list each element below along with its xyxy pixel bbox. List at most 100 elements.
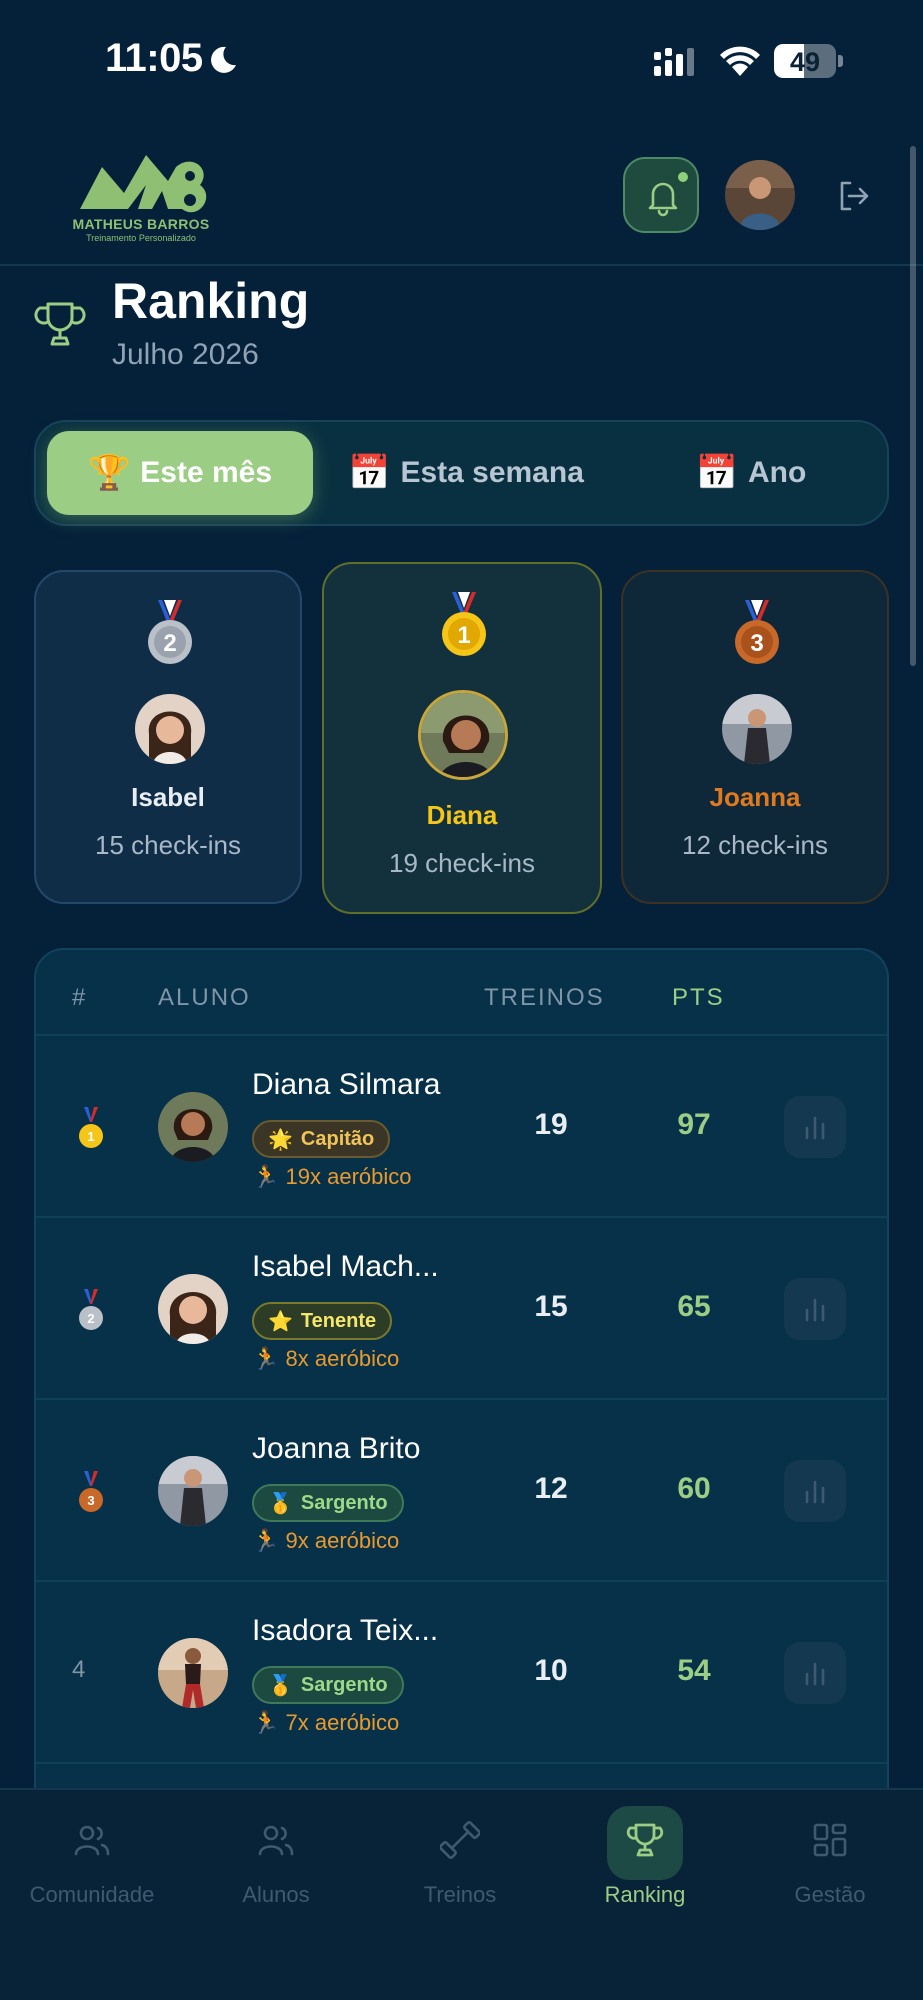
- runner-icon: 🏃: [252, 1164, 280, 1189]
- stats-button[interactable]: [784, 1278, 846, 1340]
- podium-third-place[interactable]: 3 Joanna 12 check-ins: [621, 570, 889, 904]
- stats-button[interactable]: [784, 1096, 846, 1158]
- bell-icon: [648, 182, 678, 217]
- user-avatar[interactable]: [725, 160, 795, 230]
- aerobic-count: 🏃 7x aeróbico: [252, 1710, 400, 1735]
- points-value: 97: [677, 1108, 711, 1141]
- avatar: [158, 1092, 228, 1162]
- avatar: [722, 694, 792, 764]
- stats-button[interactable]: [784, 1460, 846, 1522]
- nav-students[interactable]: Alunos: [184, 1790, 368, 1930]
- badge-label: Tenente: [300, 1309, 377, 1332]
- users-icon: [74, 1825, 110, 1856]
- nav-ranking[interactable]: Ranking: [553, 1790, 737, 1930]
- svg-text:1: 1: [87, 1129, 94, 1144]
- svg-text:1: 1: [457, 622, 470, 649]
- tab-label: Esta semana: [400, 456, 584, 489]
- podium-checkins: 12 check-ins: [682, 830, 828, 860]
- gold-medal-icon: 1: [79, 1107, 103, 1148]
- column-header-rank: #: [72, 984, 88, 1011]
- stats-button[interactable]: [784, 1642, 846, 1704]
- podium-first-place[interactable]: 1 Diana 19 check-ins: [322, 562, 602, 914]
- points-value: 54: [677, 1654, 711, 1687]
- wifi-icon: [720, 46, 760, 76]
- nav-label: Gestão: [794, 1882, 866, 1907]
- nav-label: Ranking: [604, 1882, 686, 1907]
- nav-label: Alunos: [242, 1882, 310, 1907]
- avatar: [418, 690, 508, 780]
- nav-label: Comunidade: [29, 1882, 155, 1907]
- badge-label: Sargento: [300, 1491, 388, 1514]
- rank-badge: ⭐ Tenente: [252, 1302, 393, 1340]
- nav-workouts[interactable]: Treinos: [368, 1790, 552, 1930]
- rank-badge: 🌟 Capitão: [252, 1120, 391, 1158]
- bottom-navigation: Comunidade Alunos Treinos Ranking Gestão: [0, 1788, 923, 2000]
- tab-this-week[interactable]: 📅 Esta semana: [326, 431, 606, 515]
- svg-text:2: 2: [87, 1311, 94, 1326]
- brand-tagline: Treinamento Personalizado: [86, 233, 196, 243]
- moon-icon: [211, 46, 236, 73]
- podium-name: Diana: [426, 800, 498, 830]
- table-row[interactable]: 2 Isabel Mach... ⭐ Tenente 🏃 8x aeróbico…: [36, 1218, 887, 1400]
- trophy-icon: 🏆: [87, 454, 131, 492]
- gold-medal-icon: 1: [442, 592, 486, 656]
- nav-community[interactable]: Comunidade: [0, 1790, 184, 1930]
- bar-chart-icon: [805, 1662, 825, 1686]
- status-time: 11:05: [105, 36, 203, 80]
- rank-badge: 🥇 Sargento: [252, 1484, 404, 1522]
- bronze-medal-icon: 3: [735, 600, 779, 664]
- dumbbell-icon: [440, 1821, 480, 1859]
- avatar: [158, 1638, 228, 1708]
- tab-this-month[interactable]: 🏆 Este mês: [47, 431, 313, 515]
- podium-second-place[interactable]: 2 Isabel 15 check-ins: [34, 570, 302, 904]
- table-row[interactable]: 1 Diana Silmara 🌟 Capitão 🏃 19x aeróbico…: [36, 1036, 887, 1218]
- badge-label: Capitão: [300, 1127, 375, 1150]
- rank-number: 4: [72, 1656, 86, 1683]
- rank-badge: 🥇 Sargento: [252, 1666, 404, 1704]
- student-name: Diana Silmara: [252, 1068, 441, 1101]
- battery-level: 49: [789, 47, 821, 77]
- tab-year[interactable]: 📅 Ano: [621, 431, 881, 515]
- podium-checkins: 19 check-ins: [389, 848, 535, 878]
- nav-label: Treinos: [423, 1882, 497, 1907]
- medal-icon: 🥇: [268, 1492, 293, 1515]
- podium-name: Joanna: [709, 782, 801, 812]
- bar-chart-icon: [805, 1116, 825, 1140]
- tab-label: Ano: [748, 456, 807, 489]
- grid-icon: [813, 1823, 847, 1857]
- silver-medal-icon: 2: [148, 600, 192, 664]
- points-value: 60: [677, 1472, 711, 1505]
- avatar: [158, 1456, 228, 1526]
- calendar-icon: 📅: [348, 454, 391, 492]
- cellular-signal-icon: [654, 48, 694, 76]
- workouts-count: 10: [534, 1654, 568, 1687]
- student-name: Joanna Brito: [252, 1432, 421, 1465]
- table-row[interactable]: 4 Isadora Teix... 🥇 Sargento 🏃 7x aeróbi…: [36, 1582, 887, 1764]
- svg-text:2: 2: [163, 630, 176, 657]
- silver-medal-icon: 2: [79, 1289, 103, 1330]
- badge-label: Sargento: [300, 1673, 388, 1696]
- bar-chart-icon: [805, 1298, 825, 1322]
- workouts-count: 19: [534, 1108, 568, 1141]
- column-header-points: PTS: [672, 984, 725, 1011]
- period-subtitle: Julho 2026: [112, 338, 259, 371]
- runner-icon: 🏃: [252, 1710, 280, 1735]
- student-name: Isabel Mach...: [252, 1250, 439, 1283]
- aerobic-count: 🏃 19x aeróbico: [252, 1164, 412, 1189]
- podium-name: Isabel: [131, 782, 205, 812]
- scrollbar[interactable]: [910, 146, 916, 666]
- podium-checkins: 15 check-ins: [95, 830, 241, 860]
- table-row[interactable]: 3 Joanna Brito 🥇 Sargento 🏃 9x aeróbico …: [36, 1400, 887, 1582]
- page-title: Ranking: [112, 273, 310, 329]
- tab-label: Este mês: [140, 456, 273, 489]
- column-header-workouts: TREINOS: [484, 984, 605, 1011]
- medal-icon: 🥇: [268, 1674, 293, 1697]
- logout-icon[interactable]: [834, 176, 874, 216]
- users-icon: [258, 1825, 294, 1856]
- bar-chart-icon: [805, 1480, 825, 1504]
- nav-management[interactable]: Gestão: [738, 1790, 922, 1930]
- notifications-button[interactable]: [623, 157, 699, 233]
- period-tabs: 🏆 Este mês 📅 Esta semana 📅 Ano: [34, 420, 889, 526]
- trophy-icon: [626, 1823, 664, 1857]
- brand-name: MATHEUS BARROS: [72, 216, 210, 232]
